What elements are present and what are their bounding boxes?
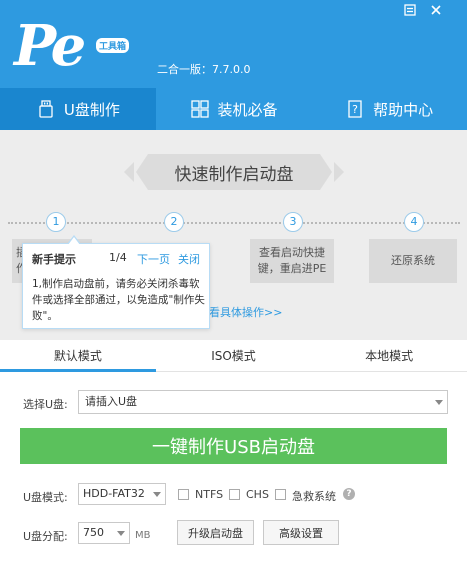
partition-label: U盘分配:: [23, 530, 68, 543]
usb-mode-label: U盘模式:: [23, 491, 68, 504]
tab-install-essentials-label: 装机必备: [217, 100, 278, 119]
minimize-icon[interactable]: [403, 4, 417, 18]
close-icon[interactable]: [429, 4, 443, 18]
ntfs-checkbox[interactable]: [178, 489, 189, 500]
mode-tabs: 默认模式 ISO模式 本地模式: [0, 340, 467, 372]
banner-left-arrow: [124, 162, 134, 182]
main-nav: U盘制作 装机必备 ? 帮助中心: [0, 88, 467, 130]
version-label: 二合一版：7.7.0.0: [157, 63, 251, 76]
banner-right-arrow: [334, 162, 344, 182]
tip-next-button[interactable]: 下一页: [137, 251, 170, 267]
app-header: Pe 工具箱 二合一版：7.7.0.0 U盘制作 装机必备 ? 帮助中心: [0, 0, 467, 130]
tab-help-center[interactable]: ? 帮助中心: [311, 88, 467, 130]
grid-icon: [190, 99, 210, 119]
tip-title: 新手提示: [32, 253, 76, 266]
step-number-3: 3: [283, 212, 303, 232]
select-usb-label: 选择U盘:: [23, 398, 68, 411]
make-usb-boot-button[interactable]: 一键制作USB启动盘: [20, 428, 447, 464]
tab-default-mode[interactable]: 默认模式: [0, 340, 156, 372]
rescue-system-checkbox[interactable]: [275, 489, 286, 500]
tab-usb-make[interactable]: U盘制作: [0, 88, 156, 130]
steps-dotted-line: [8, 222, 460, 224]
tip-body-text: 1,制作启动盘前，请务必关闭杀毒软件或选择全部通过，以免造成"制作失败"。: [32, 278, 205, 322]
logo-badge: 工具箱: [96, 38, 130, 53]
chevron-down-icon: [435, 400, 443, 405]
select-usb-value: 请插入U盘: [85, 395, 138, 408]
chevron-down-icon: [153, 492, 161, 497]
tip-close-button[interactable]: 关闭: [178, 251, 200, 267]
ntfs-label: NTFS: [195, 488, 224, 501]
tab-install-essentials[interactable]: 装机必备: [156, 88, 312, 130]
partition-unit-label: MB: [135, 530, 151, 541]
step-number-2: 2: [164, 212, 184, 232]
tab-local-mode[interactable]: 本地模式: [311, 340, 467, 371]
usb-icon: [36, 99, 56, 119]
chevron-down-icon: [117, 531, 125, 536]
usb-mode-dropdown[interactable]: HDD-FAT32: [78, 483, 166, 505]
rescue-system-label: 急救系统: [292, 490, 336, 503]
logo-text: Pe: [14, 13, 86, 79]
quick-guide-banner: 快速制作启动盘: [136, 154, 332, 190]
usb-mode-value: HDD-FAT32: [83, 487, 145, 500]
advanced-settings-button[interactable]: 高级设置: [263, 520, 339, 545]
step-number-4: 4: [404, 212, 424, 232]
step-box-3: 查看启动快捷 键，重启进PE: [250, 239, 334, 283]
partition-size-value: 750: [83, 526, 104, 539]
partition-size-dropdown[interactable]: 750: [78, 522, 130, 544]
question-icon[interactable]: ?: [343, 488, 355, 500]
chs-checkbox[interactable]: [229, 489, 240, 500]
step-box-4: 还原系统: [369, 239, 457, 283]
chs-label: CHS: [246, 488, 269, 501]
tab-usb-make-label: U盘制作: [63, 100, 120, 119]
tab-iso-mode[interactable]: ISO模式: [156, 340, 312, 371]
step-3-line-2: 键，重启进PE: [257, 262, 327, 275]
tab-help-center-label: 帮助中心: [373, 100, 434, 119]
step-number-1: 1: [46, 212, 66, 232]
upgrade-boot-disk-button[interactable]: 升级启动盘: [177, 520, 254, 545]
tip-page-indicator: 1/4: [109, 251, 127, 264]
help-book-icon: ?: [345, 99, 365, 119]
step-3-line-1: 查看启动快捷: [259, 246, 325, 259]
view-details-link[interactable]: 查看具体操作>>: [198, 304, 282, 320]
app-logo: Pe 工具箱: [14, 14, 144, 84]
tutorial-panel: 快速制作启动盘 1 2 3 4 插 作 查看启动快捷 键，重启进PE 还原系统 …: [0, 130, 467, 340]
select-usb-dropdown[interactable]: 请插入U盘: [78, 390, 448, 414]
svg-text:?: ?: [352, 103, 358, 116]
beginner-tip-popup: 新手提示 1/4 下一页 关闭 1,制作启动盘前，请务必关闭杀毒软件或选择全部通…: [22, 235, 210, 329]
